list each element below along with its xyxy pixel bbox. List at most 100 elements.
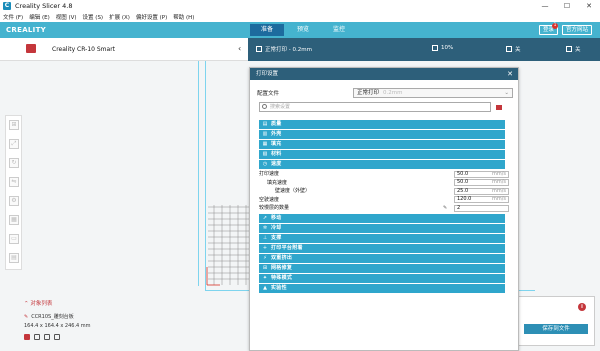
object-actions [24,334,91,340]
menu-extensions[interactable]: 扩展 (X) [106,13,133,21]
lay-flat-icon[interactable]: ▭ [9,234,19,244]
category-label: 双重挤出 [271,255,293,261]
official-website-button[interactable]: 官方网站 [562,25,593,35]
adhesion-icon [566,46,572,52]
setting-wall-speed: 壁速度（外壁） 25.0 mm/s [259,187,509,195]
material-icon: ▧ [262,151,268,157]
build-volume-edge [198,61,199,286]
support-summary[interactable]: 关 [506,45,521,53]
setting-label: 空驶速度 [259,196,280,203]
search-placeholder: 搜索设置 [270,104,291,110]
category-cooling[interactable]: ✲ 冷却 [259,224,505,233]
object-list-toggle[interactable]: ⌃ 对象列表 [24,299,91,307]
drop-to-plate-icon[interactable] [24,334,30,340]
cube-icon[interactable] [44,334,50,340]
category-support[interactable]: ⊥ 支撑 [259,234,505,243]
category-mesh-fixes[interactable]: ⊞ 网格修复 [259,264,505,273]
infill-speed-input[interactable]: 50.0 mm/s [454,179,509,186]
category-travel[interactable]: ➚ 移动 [259,214,505,223]
infill-summary[interactable]: 10% [432,45,453,51]
special-modes-icon: ✦ [262,275,268,281]
window-controls: — ☐ ✕ [534,0,600,12]
travel-icon: ➚ [262,215,268,221]
pencil-icon[interactable]: ✎ [24,314,28,320]
category-speed[interactable]: ◷ 速度 [259,160,505,169]
menu-settings[interactable]: 设置 (S) [80,13,107,21]
info-icon[interactable]: i [578,303,586,311]
menu-bar: 文件 (F) 编辑 (E) 视图 (V) 设置 (S) 扩展 (X) 偏好设置 … [0,12,600,22]
tab-preview[interactable]: 预览 [286,24,320,36]
maximize-button[interactable]: ☐ [556,0,578,12]
category-experimental[interactable]: ▲ 实验性 [259,284,505,293]
category-walls[interactable]: ▥ 外壳 [259,130,505,139]
print-speed-input[interactable]: 50.0 mm/s [454,170,509,178]
category-quality[interactable]: ▤ 质量 [259,120,505,129]
setting-label: 打印速度 [259,171,280,177]
setting-value: 120.0 [457,196,472,202]
adhesion-summary[interactable]: 关 [566,45,581,53]
setting-travel-speed: 空驶速度 120.0 mm/s [259,196,509,204]
tab-prepare[interactable]: 准备 [250,24,284,36]
move-tool-icon[interactable]: ⊞ [9,120,19,130]
category-label: 冷却 [271,225,282,231]
printer-selector[interactable]: Creality CR-10 Smart ‹ [0,38,248,61]
experimental-icon: ▲ [263,285,267,291]
category-label: 打印平台附着 [271,245,303,251]
infill-icon [432,45,438,51]
scale-tool-icon[interactable]: ⤢ [9,139,19,149]
close-button[interactable]: ✕ [578,0,600,12]
menu-file[interactable]: 文件 (F) [0,13,26,21]
tab-monitor[interactable]: 监控 [322,24,356,36]
wall-speed-input[interactable]: 25.0 mm/s [454,187,509,195]
support-summary-label: 关 [515,47,521,53]
menu-help[interactable]: 帮助 (H) [170,13,197,21]
support-blocker-icon[interactable]: ▦ [9,215,19,225]
category-material[interactable]: ▧ 材料 [259,150,505,159]
chevron-down-icon: ⌄ [504,89,509,96]
settings-category-list: ▤ 质量 ▥ 外壳 ▦ 填充 ▧ 材料 ◷ 速度 打印速度 50.0 mm/s … [259,120,509,294]
category-adhesion[interactable]: + 打印平台附着 [259,244,505,253]
speed-icon: ◷ [262,161,268,167]
category-label: 特殊模式 [271,275,293,281]
collapse-chevron-icon[interactable]: ‹ [238,44,241,53]
profile-summary[interactable]: 正常打印 - 0.2mm [256,45,312,53]
left-toolbar: ⊞ ⤢ ↻ ⇋ ⚙ ▦ ▭ ▤ [5,115,22,270]
copy-icon[interactable] [34,334,40,340]
delete-icon[interactable] [54,334,60,340]
infill-icon: ▦ [262,141,268,147]
setting-slower-layers: 较慢层的数量 ✎ 2 [259,204,509,212]
setting-label: 填充速度 [267,179,288,186]
rotate-tool-icon[interactable]: ↻ [9,158,19,168]
printer-name: Creality CR-10 Smart [52,46,116,53]
mirror-tool-icon[interactable]: ⇋ [9,177,19,187]
slower-layers-input[interactable]: 2 [454,204,509,212]
travel-speed-input[interactable]: 120.0 mm/s [454,196,509,203]
print-settings-bar[interactable]: 正常打印 - 0.2mm 10% 关 关 [248,38,600,61]
panel-close-icon[interactable]: ✕ [507,68,513,80]
menu-view[interactable]: 视图 (V) [53,13,80,21]
edit-pencil-icon[interactable]: ✎ [443,204,447,212]
mesh-fixes-icon: ⊞ [262,265,268,271]
category-dual-extrusion[interactable]: ⚡ 双重挤出 [259,254,505,263]
per-model-settings-icon[interactable]: ⚙ [9,196,19,206]
category-special-modes[interactable]: ✦ 特殊模式 [259,274,505,283]
title-bar: C Creality Slicer 4.8 — ☐ ✕ [0,0,600,12]
object-file-row[interactable]: ✎ CCR10S_雕刻台板 [24,313,91,321]
settings-menu-icon[interactable] [496,105,502,110]
arrange-icon[interactable]: ▤ [9,253,19,263]
settings-search-input[interactable]: 搜索设置 [259,102,491,112]
profile-dropdown[interactable]: 正常打印 0.2mm ⌄ [353,87,513,98]
setting-unit: mm/s [491,179,506,185]
setting-label: 壁速度（外壁） [275,188,311,194]
window-title: Creality Slicer 4.8 [15,2,73,10]
profile-layer-height: 0.2mm [383,89,403,96]
save-to-file-button[interactable]: 保存到文件 [524,324,588,334]
profile-label: 配置文件 [257,90,280,97]
menu-edit[interactable]: 编辑 (E) [26,13,53,21]
setting-print-speed: 打印速度 50.0 mm/s [259,170,509,178]
minimize-button[interactable]: — [534,0,556,12]
menu-preferences[interactable]: 偏好设置 (P) [133,13,170,21]
creality-logo: CREALITY [6,26,47,34]
category-infill[interactable]: ▦ 填充 [259,140,505,149]
setting-value: 50.0 [457,170,469,177]
